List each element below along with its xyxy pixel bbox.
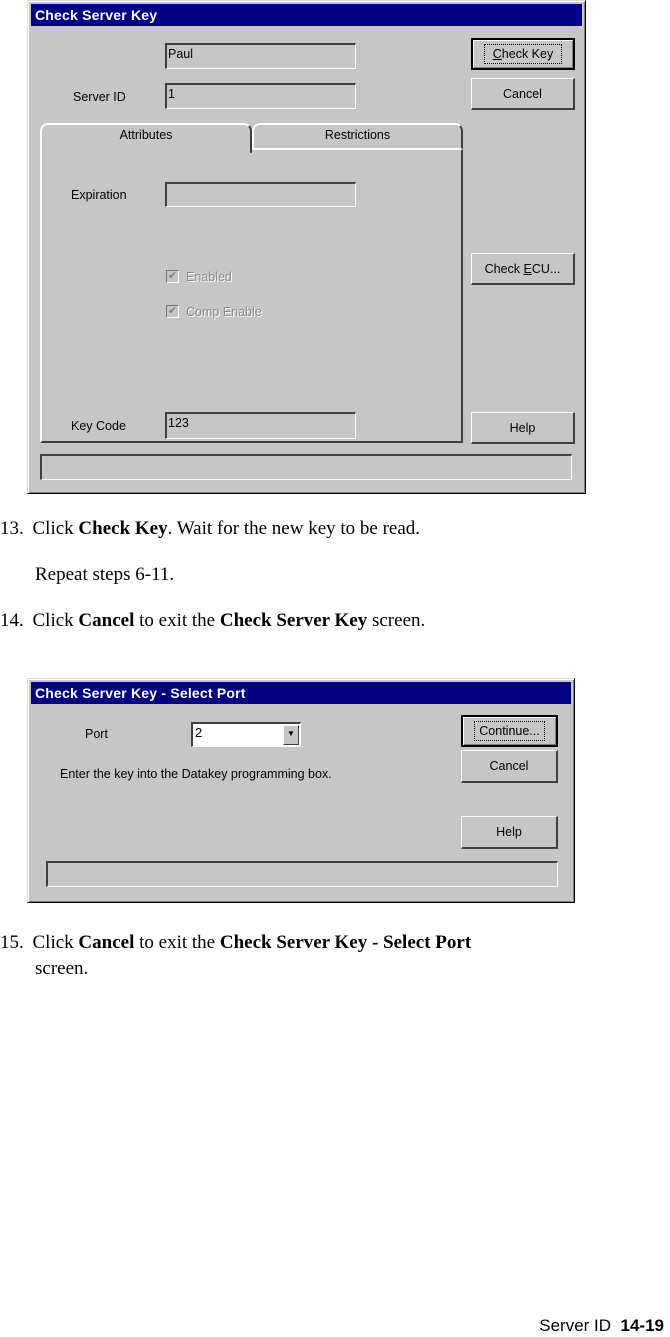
tab-attributes[interactable]: Attributes bbox=[40, 123, 252, 153]
name-field[interactable]: Paul bbox=[165, 43, 356, 69]
check-key-focus: Check Key bbox=[483, 44, 563, 64]
step-14-mid: to exit the bbox=[134, 610, 220, 631]
tab-restrictions-label: Restrictions bbox=[324, 128, 391, 142]
step-14: 14. Click Cancel to exit the Check Serve… bbox=[0, 610, 425, 632]
step-15-bold-screen: Check Server Key - Select Port bbox=[219, 932, 472, 953]
step-14-post: screen. bbox=[367, 610, 426, 631]
enabled-label: Enabled bbox=[186, 270, 232, 284]
check-ecu-mnemonic: E bbox=[523, 261, 532, 276]
step-13-pre: Click bbox=[32, 518, 79, 539]
step-14-pre: Click bbox=[32, 610, 79, 631]
check-key-label: heck Key bbox=[501, 47, 554, 61]
step-15-bold-cancel: Cancel bbox=[78, 932, 135, 953]
key-code-label: Key Code bbox=[71, 419, 126, 433]
dialog-title: Check Server Key bbox=[31, 4, 582, 26]
step-15-pre: Click bbox=[32, 932, 79, 953]
check-key-mnemonic: C bbox=[492, 47, 502, 61]
tab-restrictions[interactable]: Restrictions bbox=[252, 123, 463, 150]
tab-attributes-label: Attributes bbox=[119, 128, 173, 142]
status-bar bbox=[46, 861, 558, 887]
enabled-checkbox[interactable]: ✔ bbox=[166, 270, 179, 283]
repeat-steps-note: Repeat steps 6-11. bbox=[35, 564, 175, 585]
chevron-down-icon[interactable]: ▼ bbox=[283, 725, 299, 745]
continue-button[interactable]: Continue... bbox=[461, 715, 558, 747]
footer-section: Server ID bbox=[539, 1316, 612, 1335]
step-14-number: 14. bbox=[0, 610, 24, 631]
step-14-bold-screen: Check Server Key bbox=[219, 610, 368, 631]
server-id-field[interactable]: 1 bbox=[165, 83, 356, 109]
step-13: 13. Click Check Key. Wait for the new ke… bbox=[0, 518, 420, 540]
step-13-bold: Check Key bbox=[78, 518, 168, 539]
comp-enable-label: Comp Enable bbox=[186, 305, 262, 319]
port-select[interactable]: 2 ▼ bbox=[191, 722, 301, 747]
check-server-key-dialog: Check Server Key Paul Server ID 1 Attrib… bbox=[27, 0, 586, 494]
port-label: Port bbox=[85, 727, 108, 741]
step-15-number: 15. bbox=[0, 932, 24, 953]
page-footer: Server ID 14-19 bbox=[539, 1316, 664, 1336]
help-button[interactable]: Help bbox=[461, 816, 558, 849]
server-id-label: Server ID bbox=[73, 90, 126, 104]
footer-page-number: 14-19 bbox=[620, 1316, 664, 1335]
check-ecu-rest: CU... bbox=[531, 261, 561, 276]
key-code-field[interactable]: 123 bbox=[165, 412, 356, 439]
step-13-post: . Wait for the new key to be read. bbox=[167, 518, 421, 539]
dialog-title: Check Server Key - Select Port bbox=[31, 682, 571, 704]
instruction-text: Enter the key into the Datakey programmi… bbox=[60, 767, 332, 781]
step-15-mid: to exit the bbox=[134, 932, 220, 953]
continue-focus: Continue... bbox=[474, 721, 545, 741]
comp-enable-checkbox[interactable]: ✔ bbox=[166, 305, 179, 318]
check-key-button[interactable]: Check Key bbox=[471, 38, 575, 70]
cancel-button[interactable]: Cancel bbox=[461, 750, 558, 783]
cancel-button[interactable]: Cancel bbox=[471, 78, 575, 110]
port-select-value: 2 bbox=[195, 725, 203, 740]
expiration-label: Expiration bbox=[71, 188, 127, 202]
help-button[interactable]: Help bbox=[471, 412, 575, 444]
step-15-continuation: screen. bbox=[35, 958, 89, 979]
expiration-field[interactable] bbox=[165, 182, 356, 207]
check-ecu-prefix: Check bbox=[484, 261, 521, 276]
check-ecu-button[interactable]: Check E CU... bbox=[471, 253, 575, 285]
status-bar bbox=[40, 454, 572, 480]
step-15: 15. Click Cancel to exit the Check Serve… bbox=[0, 932, 471, 954]
step-14-bold-cancel: Cancel bbox=[78, 610, 135, 631]
step-13-number: 13. bbox=[0, 518, 24, 539]
select-port-dialog: Check Server Key - Select Port Port 2 ▼ … bbox=[27, 678, 575, 903]
